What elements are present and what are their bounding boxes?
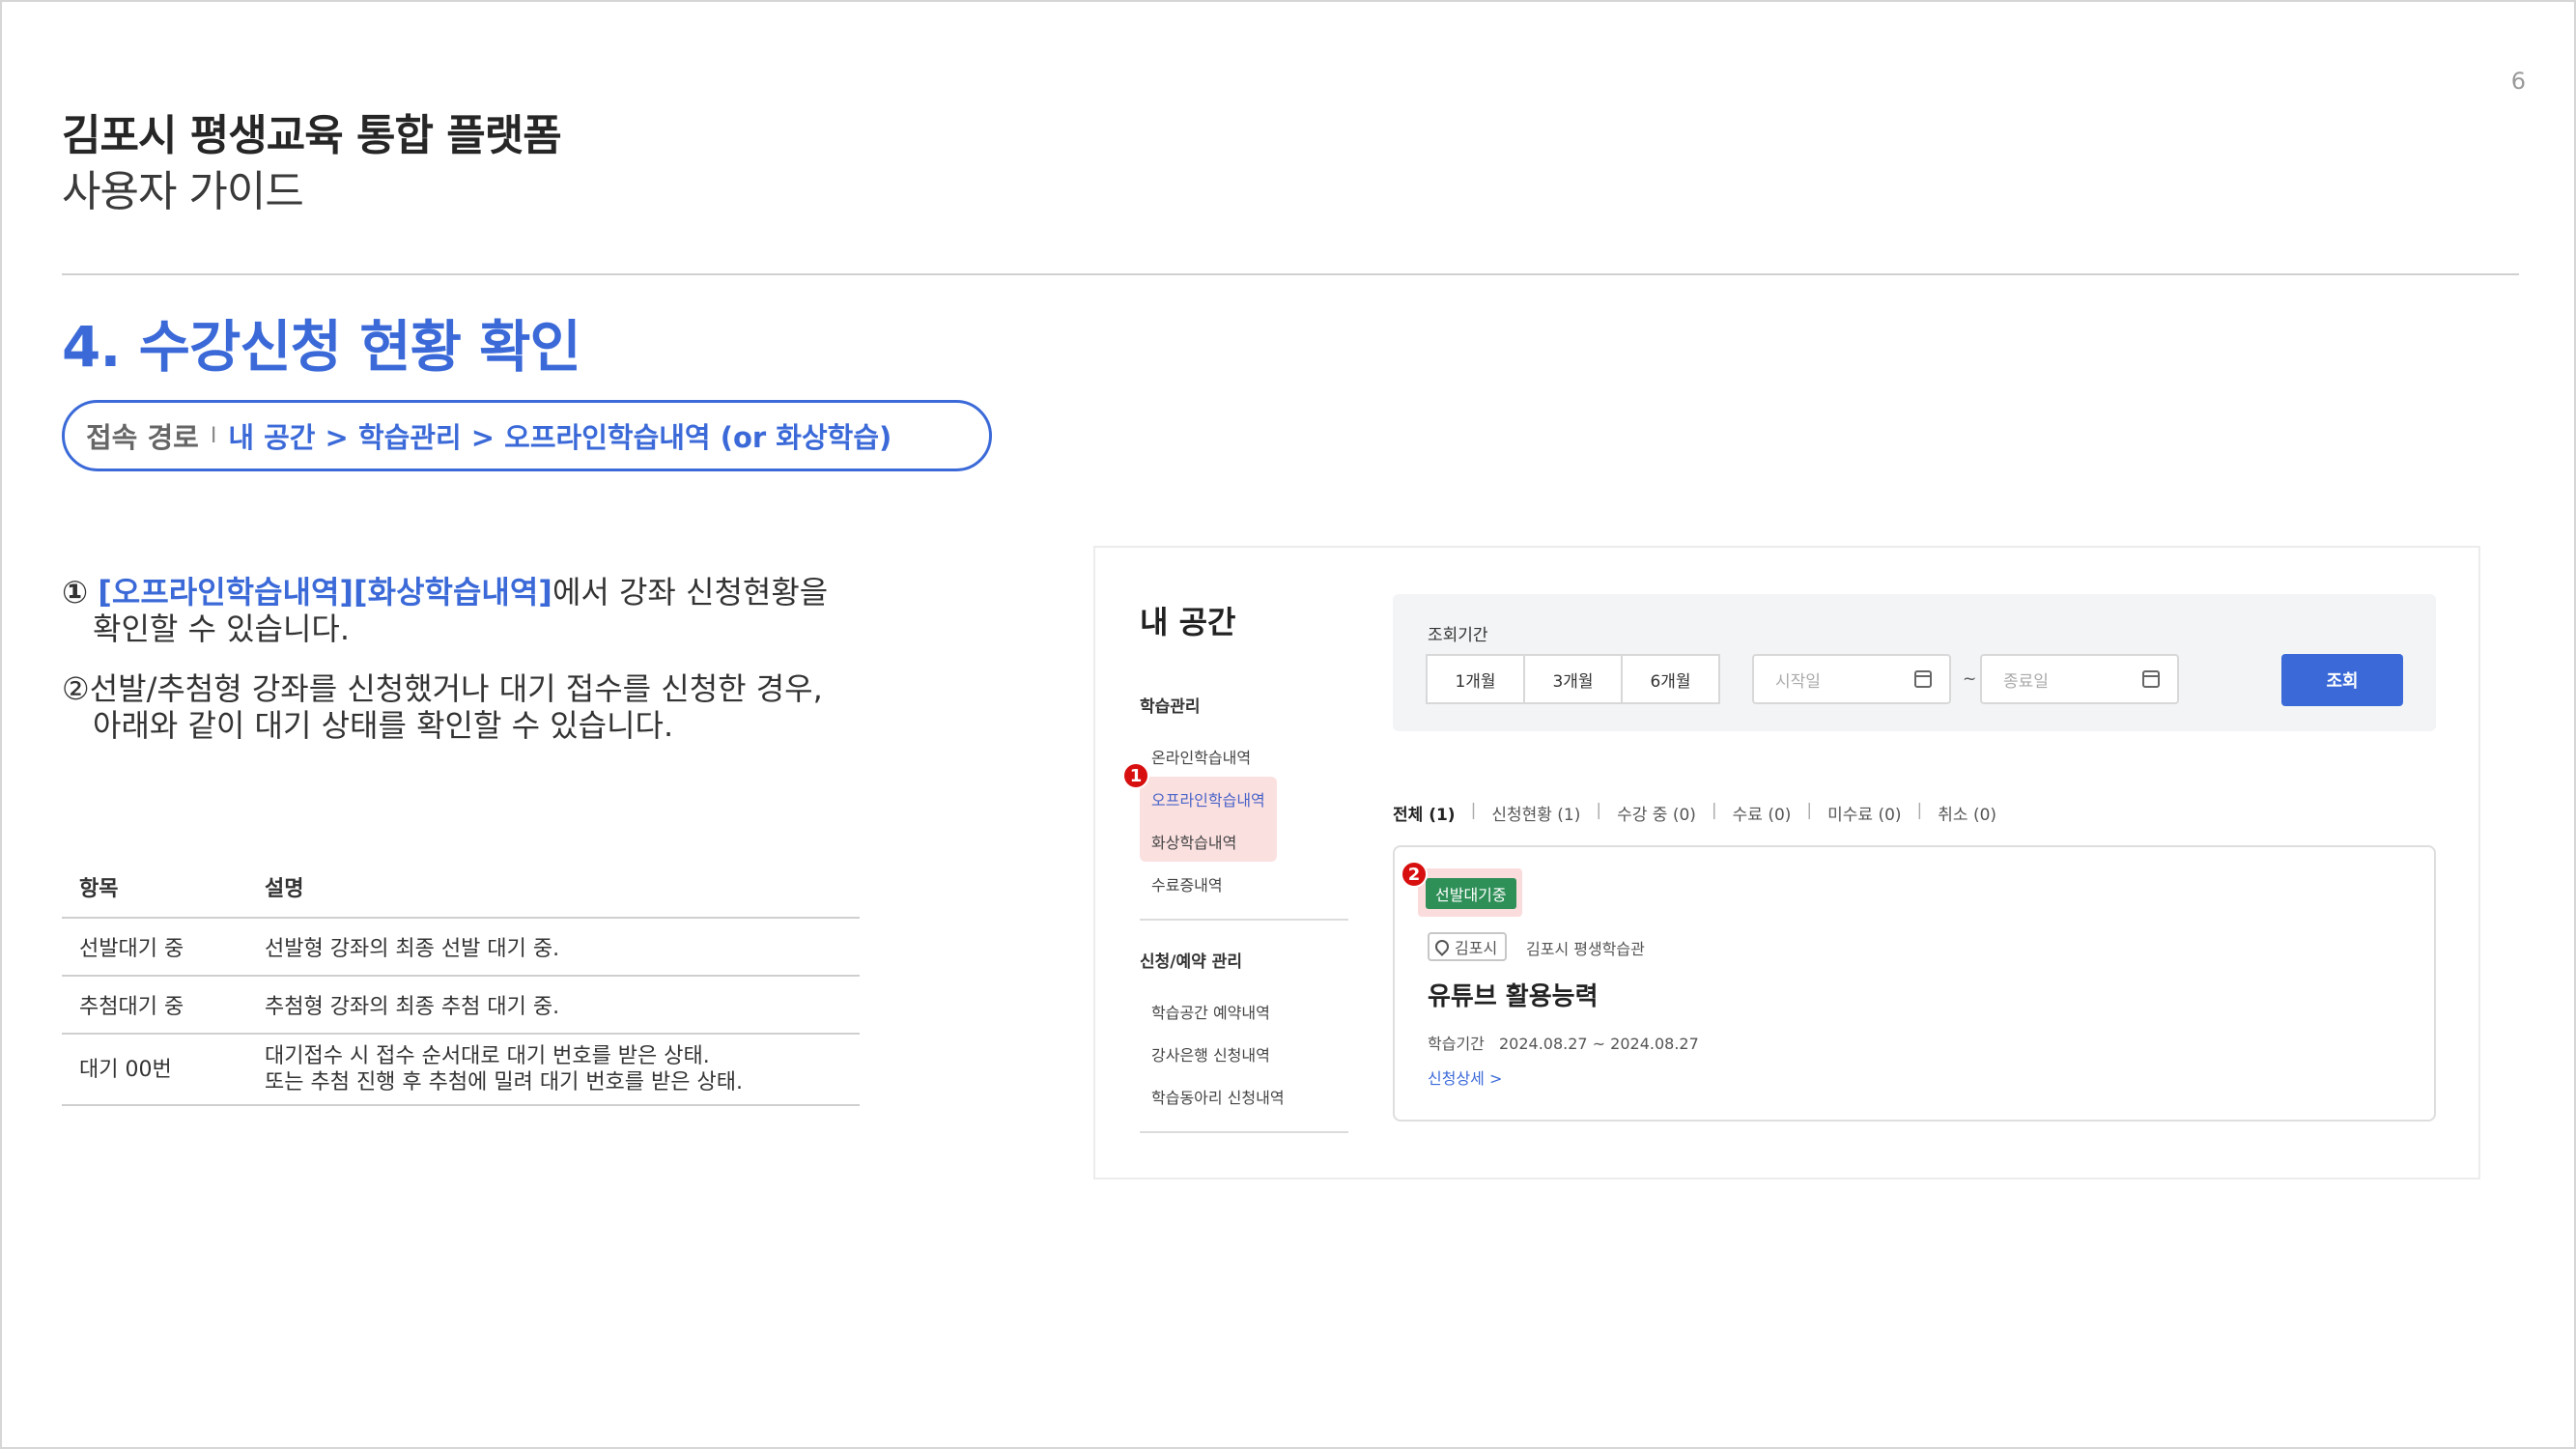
course-period-label: 학습기간 [1428,1035,1485,1053]
application-detail-link[interactable]: 신청상세 > [1428,1065,1502,1089]
tab-all[interactable]: 전체 (1) [1393,801,1456,825]
sidebar-item-certificate[interactable]: 수료증내역 [1151,872,1223,895]
course-title: 유튜브 활용능력 [1428,982,1599,1011]
filter-box: 조회기간 1개월 3개월 6개월 시작일 ~ 종료일 조회 [1393,594,2436,731]
sidebar-group-learning: 학습관리 [1140,697,1201,717]
table-cell-desc: 선발형 강좌의 최종 선발 대기 중. [247,918,860,977]
end-date-placeholder: 종료일 [2003,671,2049,692]
tab-separator: | [1711,801,1717,820]
description: ① [오프라인학습내역][화상학습내역]에서 강좌 신청현황을 확인할 수 있습… [62,574,912,767]
marker-2-icon: 2 [1401,861,1428,888]
start-date-input[interactable]: 시작일 [1752,654,1951,704]
description-item-2-line-2: 아래와 같이 대기 상태를 확인할 수 있습니다. [93,707,674,744]
table-row: 추첨대기 중 추첨형 강좌의 최종 추첨 대기 중. [62,976,860,1035]
period-1month-button[interactable]: 1개월 [1426,654,1525,704]
page-number: 6 [2510,68,2526,95]
sidebar-item-instructor[interactable]: 강사은행 신청내역 [1151,1042,1270,1065]
status-table: 항목 설명 선발대기 중 선발형 강좌의 최종 선발 대기 중. 추첨대기 중 … [62,856,860,1106]
start-date-placeholder: 시작일 [1775,671,1821,692]
description-item-1-text-2: 확인할 수 있습니다. [93,611,351,647]
calendar-icon [2142,670,2160,688]
sidebar-divider [1140,919,1348,921]
description-item-1-number: ① [62,574,89,611]
description-item-1: ① [오프라인학습내역][화상학습내역]에서 강좌 신청현황을 확인할 수 있습… [62,574,912,647]
my-space-screenshot: 내 공간 학습관리 온라인학습내역 오프라인학습내역 화상학습내역 수료증내역 … [1093,546,2480,1179]
tab-separator: | [1806,801,1813,820]
document-subtitle: 사용자 가이드 [62,167,304,216]
table-cell-desc-line-1: 대기접수 시 접수 순서대로 대기 번호를 받은 상태. [265,1044,710,1068]
status-tabs: 전체 (1) | 신청현황 (1) | 수강 중 (0) | 수료 (0) | … [1393,801,1996,825]
sidebar-item-online[interactable]: 온라인학습내역 [1151,745,1251,768]
description-item-1-highlight: [오프라인학습내역][화상학습내역] [98,574,552,611]
filter-period-label: 조회기간 [1428,626,1488,645]
period-3month-button[interactable]: 3개월 [1523,654,1623,704]
map-pin-icon [1432,937,1452,956]
tab-separator: | [1596,801,1602,820]
table-cell-item: 대기 00번 [62,1034,247,1106]
status-badge: 선발대기중 [1426,878,1516,909]
table-row: 선발대기 중 선발형 강좌의 최종 선발 대기 중. [62,918,860,977]
access-path-label: 접속 경로 [86,421,199,454]
marker-1-icon: 1 [1122,762,1149,789]
access-path-separator: I [210,423,217,448]
guide-page: 6 김포시 평생교육 통합 플랫폼 사용자 가이드 4. 수강신청 현황 확인 … [0,0,2576,1449]
table-header-row: 항목 설명 [62,856,860,919]
end-date-input[interactable]: 종료일 [1980,654,2179,704]
course-card: 선발대기중 2 김포시 김포시 평생학습관 유튜브 활용능력 학습기간 2024… [1393,845,2436,1122]
document-title: 김포시 평생교육 통합 플랫폼 [62,111,562,160]
period-6month-button[interactable]: 6개월 [1621,654,1720,704]
organization-name: 김포시 평생학습관 [1526,940,1645,958]
table-cell-item: 선발대기 중 [62,918,247,977]
search-button[interactable]: 조회 [2281,654,2403,706]
location-chip: 김포시 [1428,932,1508,961]
tab-in-progress[interactable]: 수강 중 (0) [1617,801,1696,825]
access-path-value: 내 공간 > 학습관리 > 오프라인학습내역 (or 화상학습) [228,421,892,454]
table-cell-desc-line-2: 또는 추첨 진행 후 추첨에 밀려 대기 번호를 받은 상태. [265,1070,743,1094]
tab-cancelled[interactable]: 취소 (0) [1938,801,1996,825]
sidebar-divider [1140,1131,1348,1133]
table-cell-desc: 추첨형 강좌의 최종 추첨 대기 중. [247,976,860,1035]
sidebar-item-offline[interactable]: 오프라인학습내역 [1151,787,1265,810]
course-period: 학습기간 2024.08.27 ~ 2024.08.27 [1428,1031,1699,1054]
table-cell-item: 추첨대기 중 [62,976,247,1035]
tab-not-completed[interactable]: 미수료 (0) [1827,801,1901,825]
date-range-tilde: ~ [1963,669,1977,689]
tab-separator: | [1916,801,1923,820]
table-row: 대기 00번 대기접수 시 접수 순서대로 대기 번호를 받은 상태. 또는 추… [62,1034,860,1106]
description-item-2: ②선발/추첨형 강좌를 신청했거나 대기 접수를 신청한 경우, 아래와 같이 … [62,670,912,744]
access-path-pill: 접속 경로 I 내 공간 > 학습관리 > 오프라인학습내역 (or 화상학습) [62,400,992,471]
sidebar-item-video[interactable]: 화상학습내역 [1151,830,1236,853]
description-item-2-line-1: ②선발/추첨형 강좌를 신청했거나 대기 접수를 신청한 경우, [62,670,823,707]
header-divider [62,273,2519,275]
sidebar-item-space[interactable]: 학습공간 예약내역 [1151,1000,1270,1023]
calendar-icon [1914,670,1932,688]
tab-completed[interactable]: 수료 (0) [1733,801,1792,825]
tab-applied[interactable]: 신청현황 (1) [1491,801,1580,825]
section-title: 4. 수강신청 현황 확인 [62,314,581,380]
location-name: 김포시 [1455,939,1498,957]
period-segment: 1개월 3개월 6개월 [1426,654,1720,704]
table-header-desc: 설명 [247,856,860,919]
description-item-1-text: 에서 강좌 신청현황을 [552,574,829,611]
my-space-title: 내 공간 [1140,604,1236,640]
tab-separator: | [1470,801,1477,820]
sidebar-group-reservation: 신청/예약 관리 [1140,952,1242,972]
table-header-item: 항목 [62,856,247,919]
sidebar-item-club[interactable]: 학습동아리 신청내역 [1151,1085,1285,1108]
table-cell-desc: 대기접수 시 접수 순서대로 대기 번호를 받은 상태. 또는 추첨 진행 후 … [247,1034,860,1106]
course-period-value: 2024.08.27 ~ 2024.08.27 [1498,1035,1699,1053]
